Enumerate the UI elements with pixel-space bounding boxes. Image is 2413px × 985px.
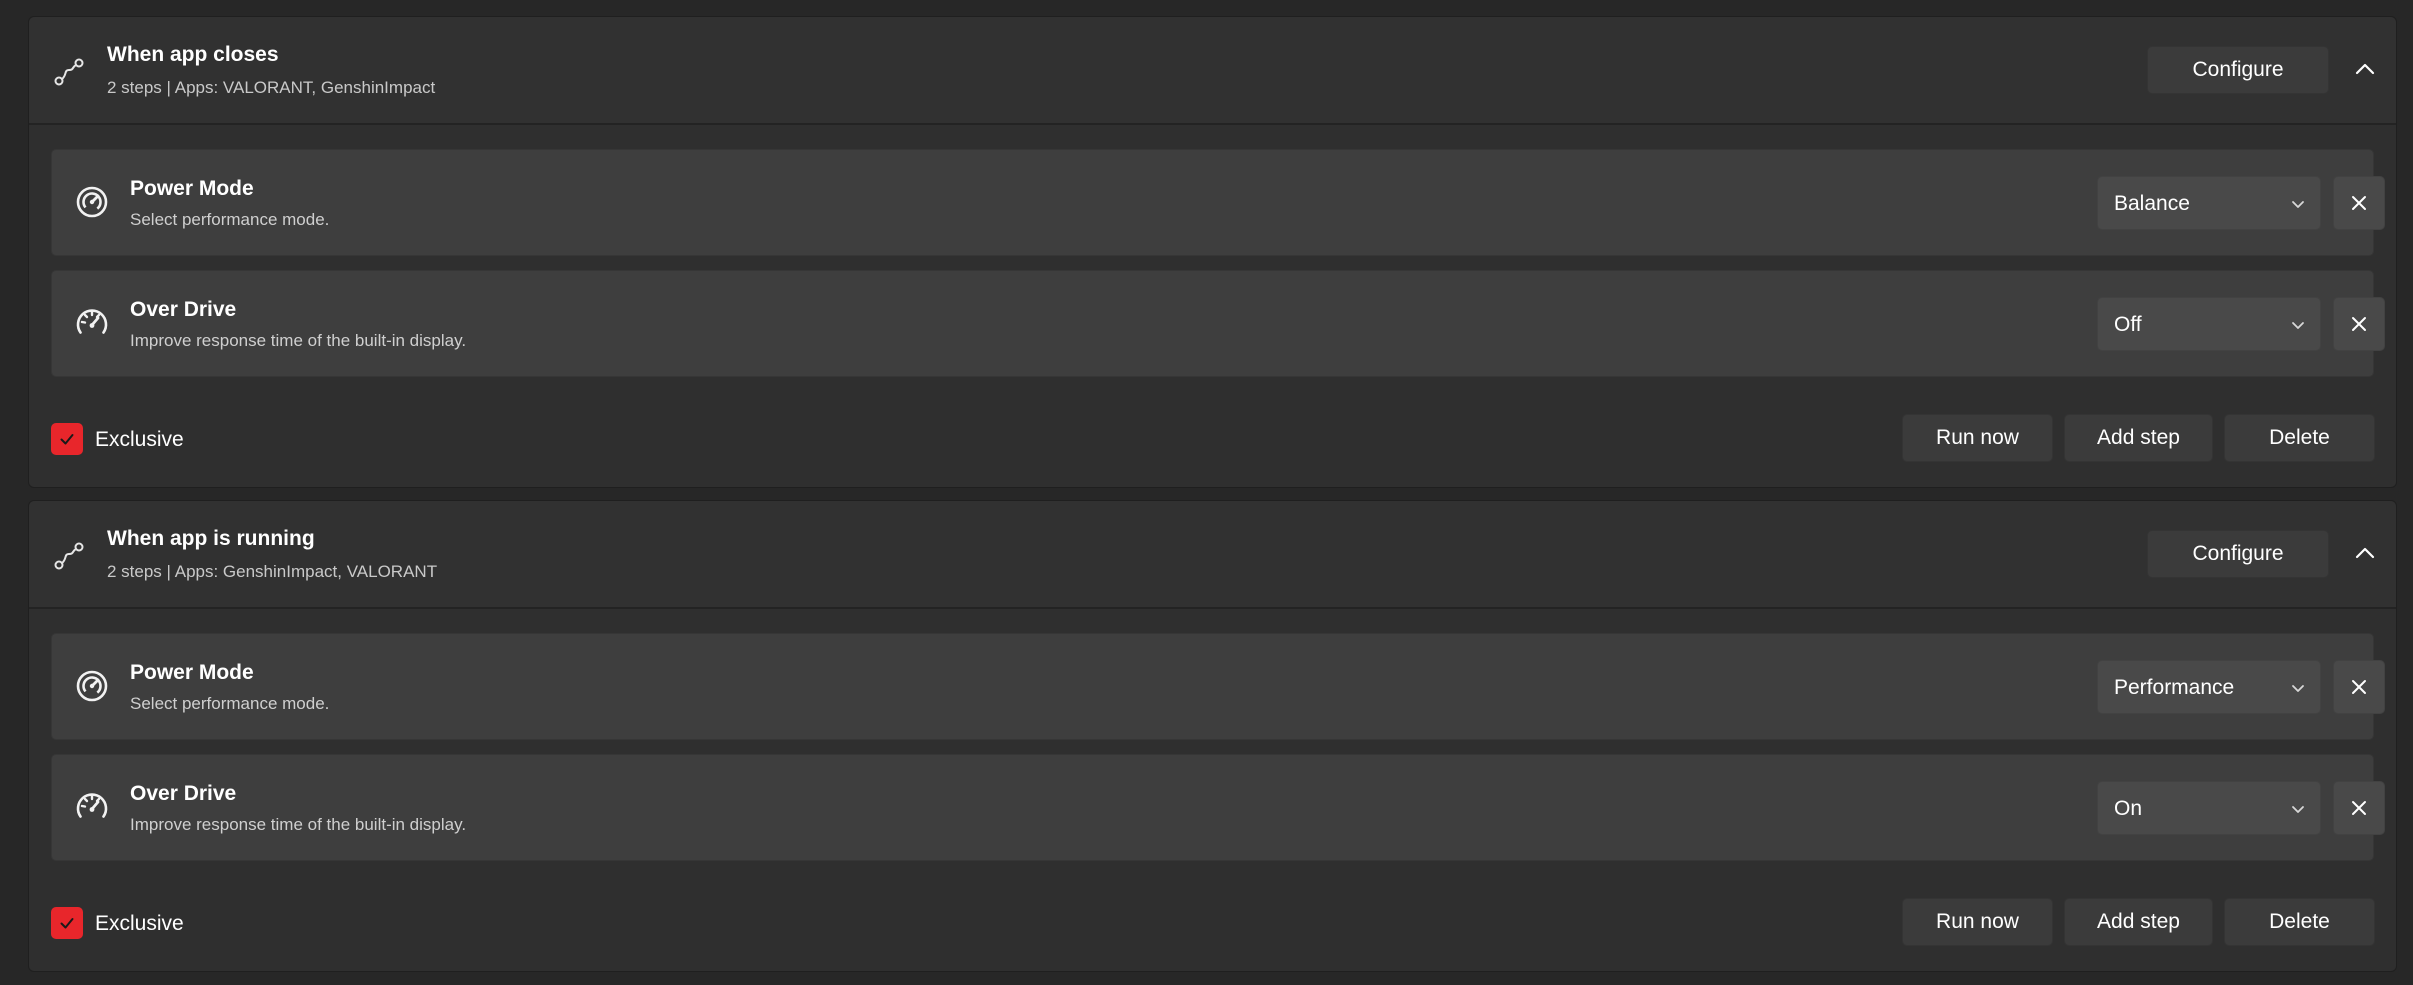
exclusive-label: Exclusive [95,428,184,451]
remove-step-button[interactable] [2333,176,2385,230]
remove-step-button[interactable] [2333,660,2385,714]
step-title: Over Drive [130,782,237,805]
step-title: Power Mode [130,661,254,684]
check-icon [57,913,77,933]
check-icon [57,429,77,449]
step-title: Power Mode [130,177,254,200]
select-value: On [2114,797,2143,820]
chevron-down-icon [2290,680,2306,696]
route-icon [53,540,85,572]
select-value: Off [2114,313,2142,336]
exclusive-checkbox[interactable] [51,907,83,939]
gauge-icon [74,184,110,220]
automation-header[interactable]: When app closes 2 steps | Apps: VALORANT… [29,17,2396,125]
automation-subtitle: 2 steps | Apps: VALORANT, GenshinImpact [107,78,436,97]
over-drive-select[interactable]: On [2097,781,2321,835]
configure-button[interactable]: Configure [2147,530,2329,578]
automation-title: When app closes [107,43,279,66]
chevron-down-icon [2290,317,2306,333]
automation-header[interactable]: When app is running 2 steps | Apps: Gens… [29,501,2396,609]
power-mode-select[interactable]: Balance [2097,176,2321,230]
step-description: Improve response time of the built-in di… [130,815,467,834]
add-step-button[interactable]: Add step [2064,898,2213,946]
over-drive-select[interactable]: Off [2097,297,2321,351]
close-icon [2349,798,2369,818]
chevron-down-icon [2290,196,2306,212]
chevron-up-icon[interactable] [2349,537,2381,569]
automation-card: When app is running 2 steps | Apps: Gens… [28,500,2397,972]
delete-button[interactable]: Delete [2224,414,2375,462]
step-power-mode: Power Mode Select performance mode. Bala… [51,149,2385,256]
close-icon [2349,314,2369,334]
remove-step-button[interactable] [2333,781,2385,835]
automation-title: When app is running [107,527,315,550]
step-over-drive: Over Drive Improve response time of the … [51,270,2385,377]
run-now-button[interactable]: Run now [1902,414,2053,462]
automation-subtitle: 2 steps | Apps: GenshinImpact, VALORANT [107,562,438,581]
step-title: Over Drive [130,298,237,321]
route-icon [53,56,85,88]
remove-step-button[interactable] [2333,297,2385,351]
step-over-drive: Over Drive Improve response time of the … [51,754,2385,861]
automation-card: When app closes 2 steps | Apps: VALORANT… [28,16,2397,488]
step-description: Improve response time of the built-in di… [130,331,467,350]
chevron-down-icon [2290,801,2306,817]
step-description: Select performance mode. [130,210,330,229]
speedometer-icon [74,789,110,825]
select-value: Balance [2114,192,2190,215]
gauge-icon [74,668,110,704]
speedometer-icon [74,305,110,341]
chevron-up-icon[interactable] [2349,53,2381,85]
power-mode-select[interactable]: Performance [2097,660,2321,714]
select-value: Performance [2114,676,2235,699]
close-icon [2349,193,2369,213]
step-power-mode: Power Mode Select performance mode. Perf… [51,633,2385,740]
add-step-button[interactable]: Add step [2064,414,2213,462]
run-now-button[interactable]: Run now [1902,898,2053,946]
close-icon [2349,677,2369,697]
step-description: Select performance mode. [130,694,330,713]
exclusive-checkbox[interactable] [51,423,83,455]
configure-button[interactable]: Configure [2147,46,2329,94]
delete-button[interactable]: Delete [2224,898,2375,946]
exclusive-label: Exclusive [95,912,184,935]
